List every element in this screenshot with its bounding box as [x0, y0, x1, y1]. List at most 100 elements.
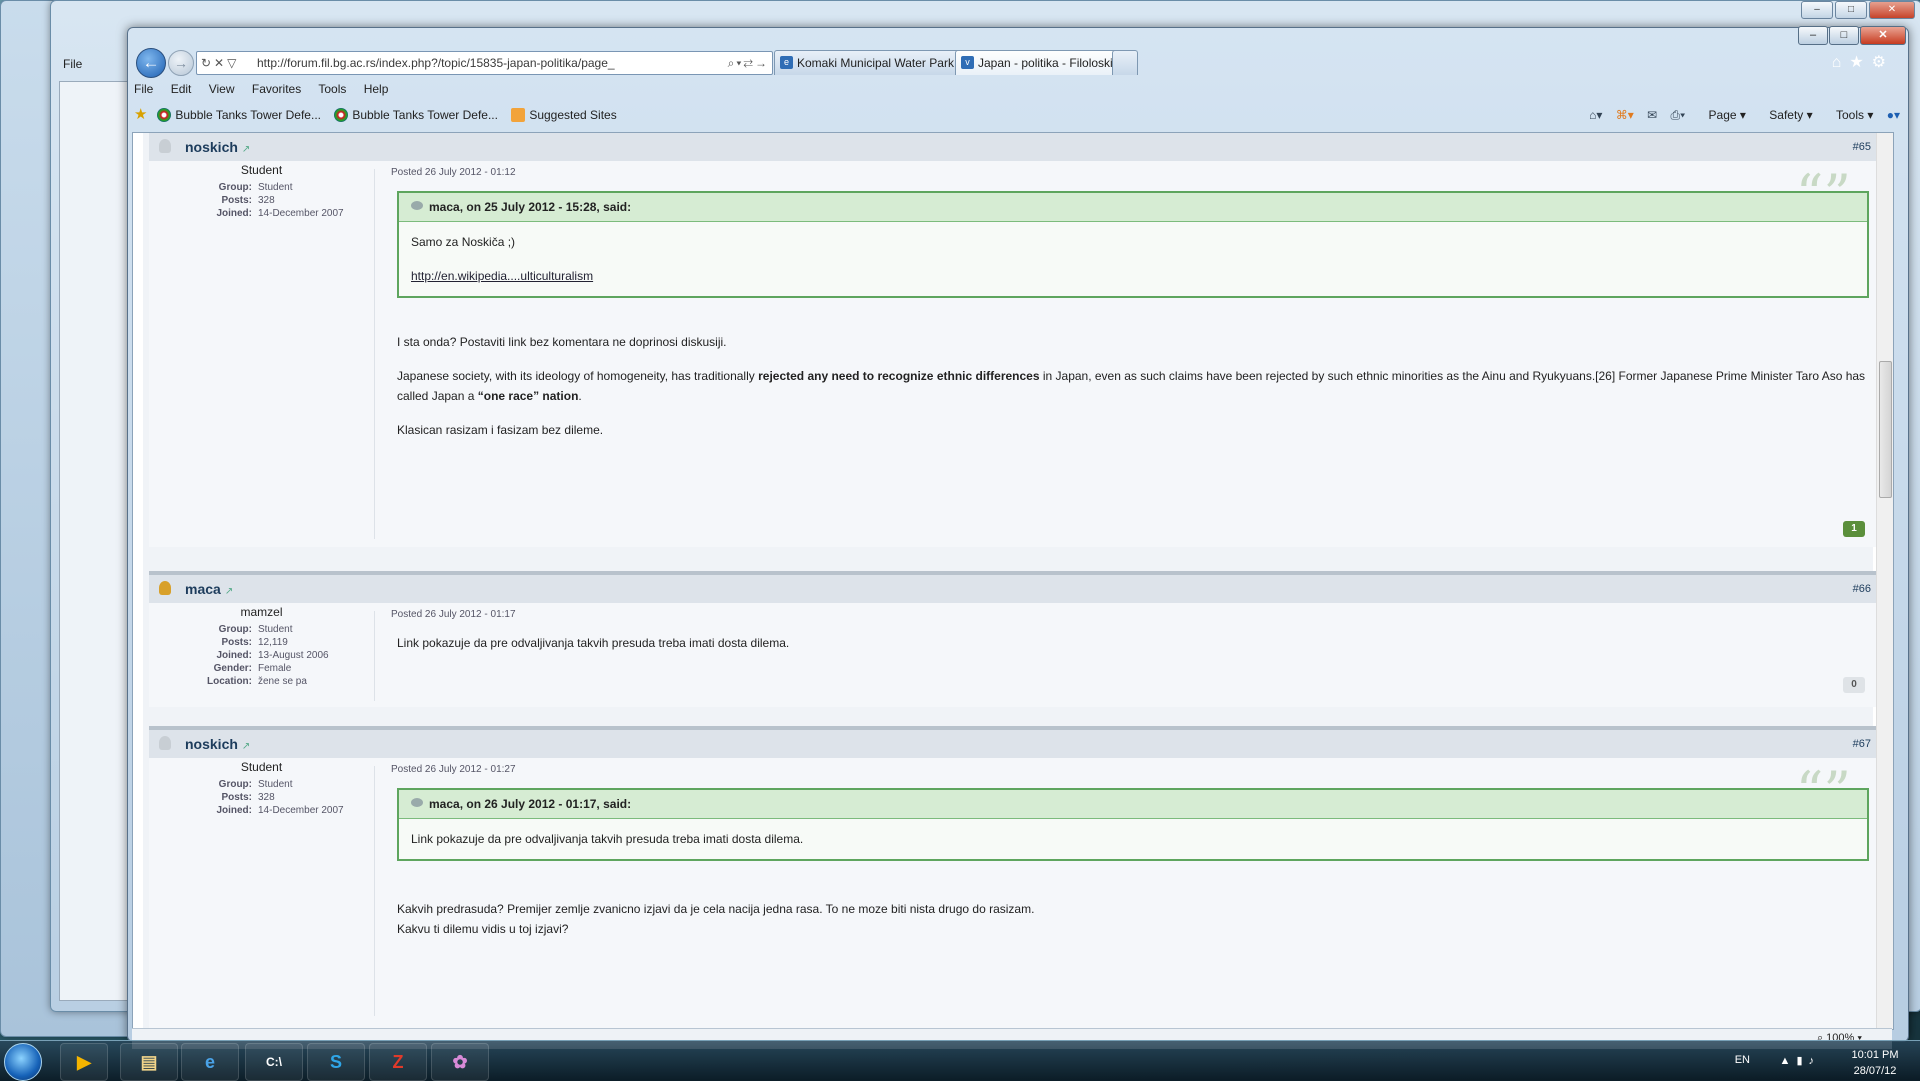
help-icon[interactable]: ●▾	[1887, 108, 1900, 122]
scrollbar-thumb[interactable]	[1879, 361, 1892, 498]
member-title: Student	[240, 163, 283, 177]
filezilla-icon[interactable]: Z	[369, 1043, 427, 1081]
post-author[interactable]: noskich ↗	[185, 139, 250, 155]
favorite-label: Bubble Tanks Tower Defe...	[175, 108, 321, 122]
close-icon[interactable]: ✕	[1869, 1, 1915, 19]
profile-key: Group:	[218, 624, 252, 635]
home-favorites-tools-icons: ⌂★⚙	[1832, 52, 1894, 72]
post-paragraph: I sta onda? Postaviti link bez komentara…	[397, 335, 727, 349]
clock-time: 10:01 PM	[1851, 1049, 1899, 1061]
user-offline-icon	[159, 139, 171, 153]
window-controls: – □ ✕	[1797, 26, 1906, 45]
address-bar[interactable]: ↻✕▽ http://forum.fil.bg.ac.rs/index.php?/…	[196, 51, 773, 75]
menu-help[interactable]: Help	[364, 82, 389, 96]
skype-icon[interactable]: S	[307, 1043, 365, 1081]
profile-row: Group: Student	[169, 778, 347, 791]
bg-menu-file[interactable]: File	[63, 57, 82, 71]
gear-icon[interactable]: ⚙	[1872, 54, 1894, 71]
command-prompt-icon[interactable]: C:\	[245, 1043, 303, 1081]
vertical-scrollbar[interactable]	[1876, 133, 1893, 1029]
user-online-icon	[159, 581, 171, 595]
file-explorer-icon[interactable]: ▤	[120, 1043, 178, 1081]
maximize-icon[interactable]: □	[1829, 26, 1859, 45]
volume-icon[interactable]: ♪	[1809, 1055, 1821, 1067]
profile-key: Group:	[218, 779, 252, 790]
profile-value: 12,119	[258, 637, 288, 648]
media-player-icon[interactable]: ▶	[60, 1043, 108, 1081]
favorites-star-icon[interactable]: ★	[1849, 54, 1871, 71]
favorites-icon[interactable]: ★	[134, 104, 150, 126]
author-name[interactable]: noskich	[185, 139, 238, 155]
post-author[interactable]: noskich ↗	[185, 736, 250, 752]
command-bar: ⌂▾ ⌘▾ ✉ ⎙▾ Page ▾ Safety ▾ Tools ▾ ●▾	[1579, 104, 1900, 126]
post-header: maca ↗ #66	[149, 571, 1879, 603]
new-tab-button[interactable]	[1112, 50, 1138, 75]
start-button[interactable]	[4, 1043, 42, 1081]
address-url[interactable]: http://forum.fil.bg.ac.rs/index.php?/top…	[257, 56, 615, 70]
profile-link-icon[interactable]: ↗	[225, 586, 233, 597]
quote-marks-icon: “”	[1795, 163, 1851, 226]
forward-button[interactable]: →	[168, 50, 194, 76]
profile-row: Gender: Female	[169, 662, 332, 675]
post-author[interactable]: maca ↗	[185, 581, 233, 597]
home-icon[interactable]: ⌂▾	[1589, 108, 1602, 122]
language-indicator[interactable]: EN	[1735, 1054, 1750, 1066]
app-icon[interactable]: ✿	[431, 1043, 489, 1081]
profile-value: 328	[258, 792, 275, 803]
profile-value: 13-August 2006	[258, 650, 329, 661]
text-span: Japanese society, with its ideology of h…	[397, 369, 759, 383]
tab-komaki[interactable]: e Komaki Municipal Water Park ...	[774, 50, 976, 75]
tab-japan-politika[interactable]: v Japan - politika - Filoloski fa... ✕	[955, 50, 1137, 75]
quote-header-text: maca, on 26 July 2012 - 01:17, said:	[429, 797, 632, 811]
close-icon[interactable]: ✕	[1860, 26, 1906, 45]
quote-header-text: maca, on 25 July 2012 - 15:28, said:	[429, 200, 632, 214]
quote-icon	[411, 201, 423, 210]
maximize-icon[interactable]: □	[1835, 1, 1867, 19]
post-divider	[374, 169, 375, 539]
show-hidden-icon[interactable]: ▲	[1780, 1055, 1797, 1067]
tray-icons[interactable]: ▲▮♪	[1780, 1054, 1820, 1067]
favorite-bubble-tanks-2[interactable]: Bubble Tanks Tower Defe...	[334, 104, 498, 126]
menu-tools[interactable]: Tools	[318, 82, 346, 96]
profile-link-icon[interactable]: ↗	[242, 741, 250, 752]
menu-view[interactable]: View	[209, 82, 235, 96]
safety-menu[interactable]: Safety ▾	[1759, 108, 1812, 122]
internet-explorer-icon[interactable]: e	[181, 1043, 239, 1081]
menu-bar: File Edit View Favorites Tools Help	[134, 82, 402, 102]
menu-edit[interactable]: Edit	[171, 82, 192, 96]
reputation-badge[interactable]: 1	[1843, 521, 1865, 537]
post-paragraph: Japanese society, with its ideology of h…	[397, 366, 1869, 406]
tools-menu[interactable]: Tools ▾	[1826, 108, 1873, 122]
clock[interactable]: 10:01 PM 28/07/12	[1840, 1047, 1910, 1079]
post-number[interactable]: #66	[1853, 583, 1871, 595]
network-icon[interactable]: ▮	[1796, 1055, 1808, 1067]
back-button[interactable]: ←	[136, 48, 166, 78]
post-number[interactable]: #65	[1853, 141, 1871, 153]
page-menu[interactable]: Page ▾	[1699, 108, 1746, 122]
minimize-icon[interactable]: –	[1801, 1, 1833, 19]
menu-favorites[interactable]: Favorites	[252, 82, 301, 96]
quote-block: maca, on 25 July 2012 - 15:28, said: “” …	[397, 168, 1869, 298]
quote-link[interactable]: http://en.wikipedia....ulticulturalism	[411, 269, 593, 283]
favorite-bubble-tanks-1[interactable]: Bubble Tanks Tower Defe...	[157, 104, 321, 126]
profile-key: Joined:	[216, 208, 252, 219]
author-name[interactable]: maca	[185, 581, 221, 597]
minimize-icon[interactable]: –	[1798, 26, 1828, 45]
menu-file[interactable]: File	[134, 82, 153, 96]
author-sidebar: Student Group: Student Posts: 328 Joined: 1…	[149, 760, 374, 817]
profile-value: Student	[258, 182, 293, 193]
print-icon[interactable]: ⎙▾	[1671, 108, 1686, 122]
profile-key: Joined:	[216, 805, 252, 816]
author-name[interactable]: noskich	[185, 736, 238, 752]
favorite-suggested-sites[interactable]: Suggested Sites	[511, 104, 617, 126]
post-number[interactable]: #67	[1853, 738, 1871, 750]
home-icon[interactable]: ⌂	[1832, 54, 1850, 71]
reputation-badge[interactable]: 0	[1843, 677, 1865, 693]
rss-icon[interactable]: ⌘▾	[1616, 108, 1634, 122]
profile-row: Joined: 14-December 2007	[169, 207, 347, 220]
profile-link-icon[interactable]: ↗	[242, 144, 250, 155]
search-icon[interactable]: ⌕▾⇄→	[727, 52, 769, 74]
mail-icon[interactable]: ✉	[1647, 108, 1657, 122]
favorite-label: Bubble Tanks Tower Defe...	[352, 108, 498, 122]
refresh-stop-icons[interactable]: ↻✕▽	[197, 52, 257, 74]
